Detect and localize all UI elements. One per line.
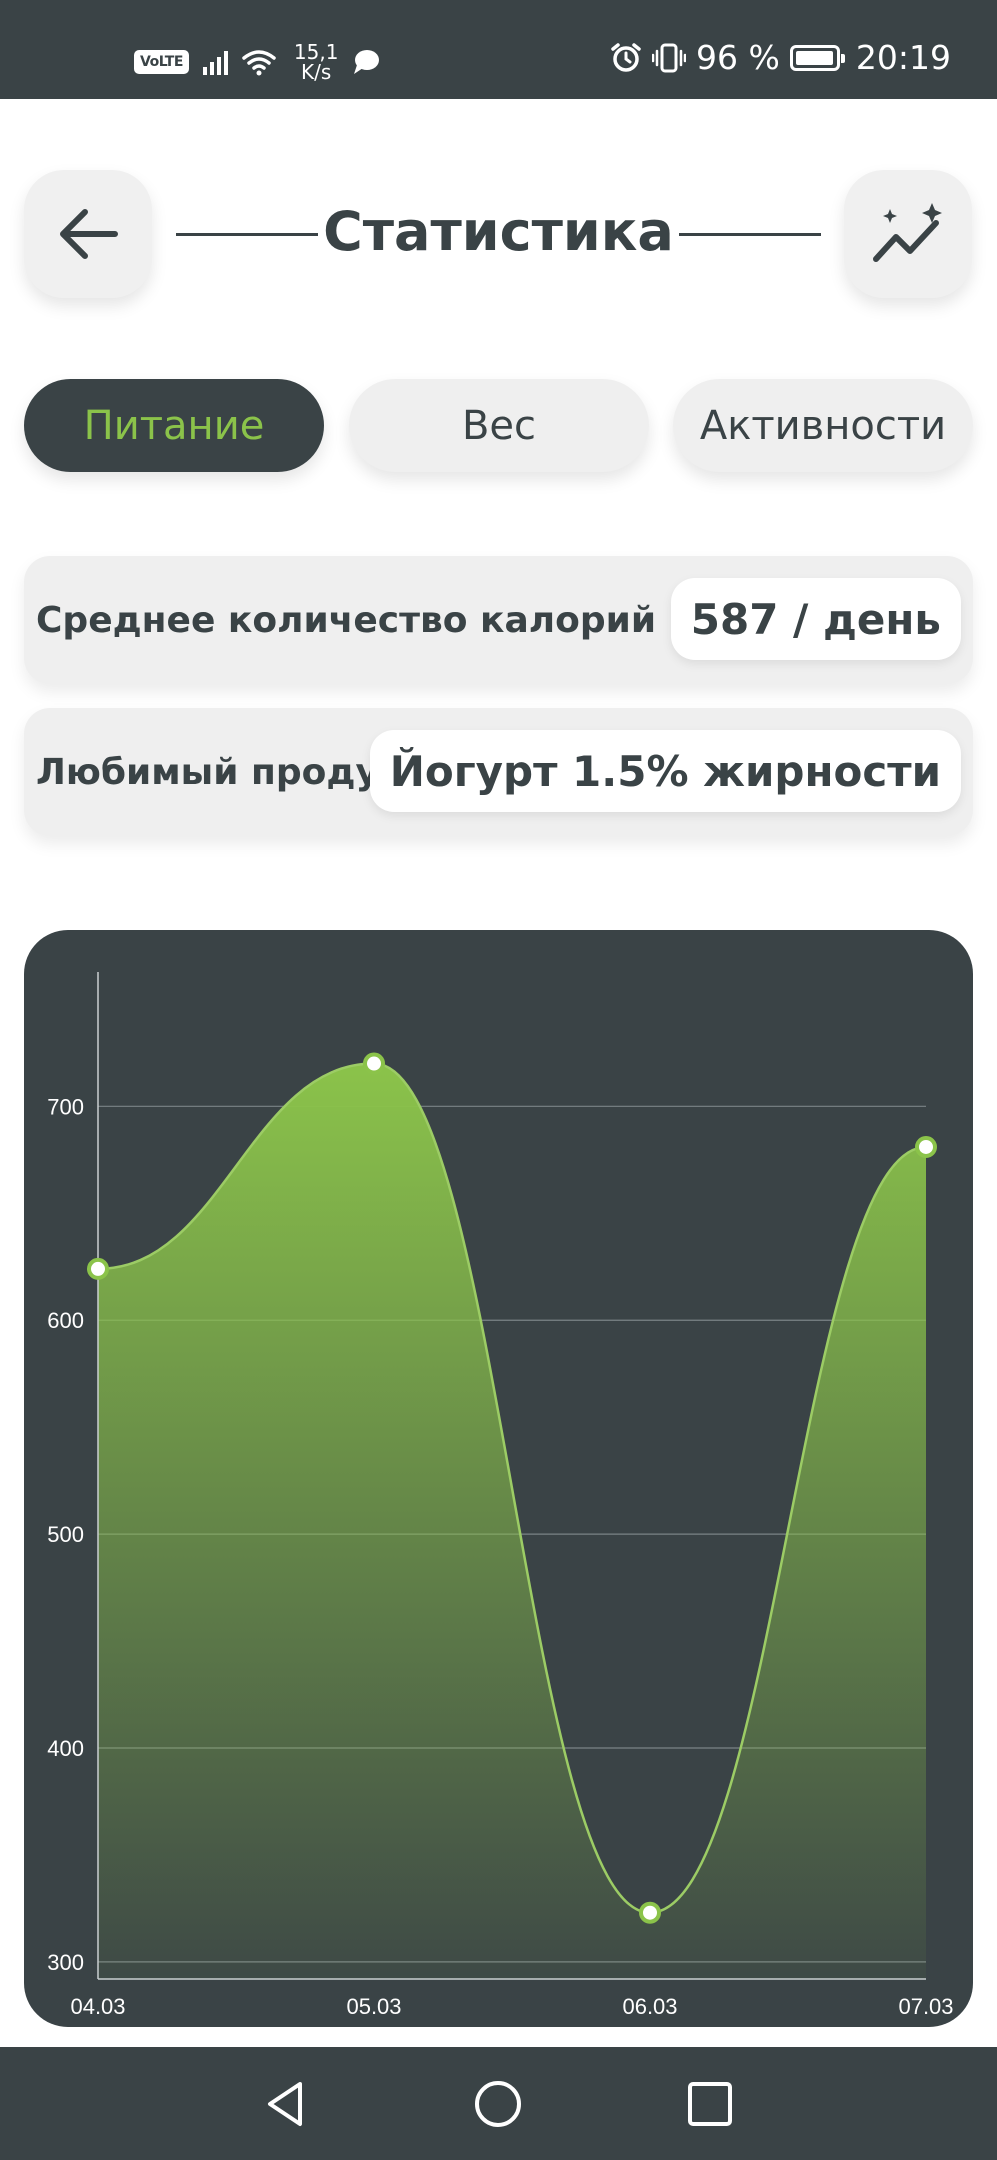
favorite-product-label: Любимый продукт: [36, 751, 425, 793]
speed-unit: K/s: [301, 60, 332, 84]
wifi-icon: [242, 50, 276, 76]
tab-weight[interactable]: Вес: [349, 379, 649, 472]
avg-calories-value: 587 / день: [670, 578, 961, 660]
y-tick-label: 700: [47, 1094, 84, 1119]
tab-nutrition[interactable]: Питание: [24, 379, 324, 472]
data-point[interactable]: [363, 1052, 385, 1075]
sparkle-chart-icon: [873, 203, 942, 262]
square-recent-icon[interactable]: [684, 2078, 736, 2130]
y-tick-label: 400: [47, 1736, 84, 1761]
signal-icon: [202, 49, 228, 75]
status-bar: VoLTE 15,1 K/s 96 % 20:19: [0, 0, 997, 99]
message-icon: [354, 50, 380, 74]
circle-home-icon[interactable]: [472, 2078, 524, 2130]
y-tick-label: 500: [47, 1522, 84, 1547]
status-left: VoLTE 15,1 K/s: [134, 42, 380, 82]
battery-icon: [789, 44, 845, 71]
avg-calories-label: Среднее количество калорий: [36, 599, 657, 641]
clock: 20:19: [855, 38, 951, 77]
y-tick-label: 600: [47, 1308, 84, 1333]
alarm-icon: [611, 42, 641, 72]
title-divider-right: [679, 233, 821, 236]
calories-area-fill: [98, 1063, 926, 1979]
data-point[interactable]: [915, 1135, 937, 1158]
volte-badge: VoLTE: [134, 50, 189, 74]
favorite-product-card: Любимый продукт Йогурт 1.5% жирности: [24, 708, 973, 836]
tab-activities[interactable]: Активности: [673, 379, 973, 472]
triangle-back-icon[interactable]: [260, 2078, 312, 2130]
vibrate-icon: [652, 43, 687, 72]
calories-chart: 300 400 500 600 700 04.03 05.03 06.03 07.03: [24, 930, 973, 2027]
statistics-button[interactable]: [844, 170, 972, 298]
x-tick-label: 06.03: [622, 1994, 677, 2019]
status-right: 96 % 20:19: [610, 38, 951, 77]
battery-percent: 96 %: [696, 38, 780, 77]
data-point[interactable]: [87, 1257, 109, 1280]
avg-calories-card: Среднее количество калорий 587 / день: [24, 556, 973, 684]
data-point[interactable]: [639, 1901, 661, 1924]
network-speed: 15,1 K/s: [294, 42, 339, 82]
favorite-product-value: Йогурт 1.5% жирности: [369, 730, 961, 812]
x-tick-label: 04.03: [70, 1994, 125, 2019]
calories-area-chart: 300 400 500 600 700 04.03 05.03 06.03 07.03: [47, 972, 954, 2019]
system-nav-bar: [0, 2047, 997, 2160]
y-tick-label: 300: [47, 1950, 84, 1975]
x-tick-label: 05.03: [346, 1994, 401, 2019]
x-tick-label: 07.03: [898, 1994, 953, 2019]
